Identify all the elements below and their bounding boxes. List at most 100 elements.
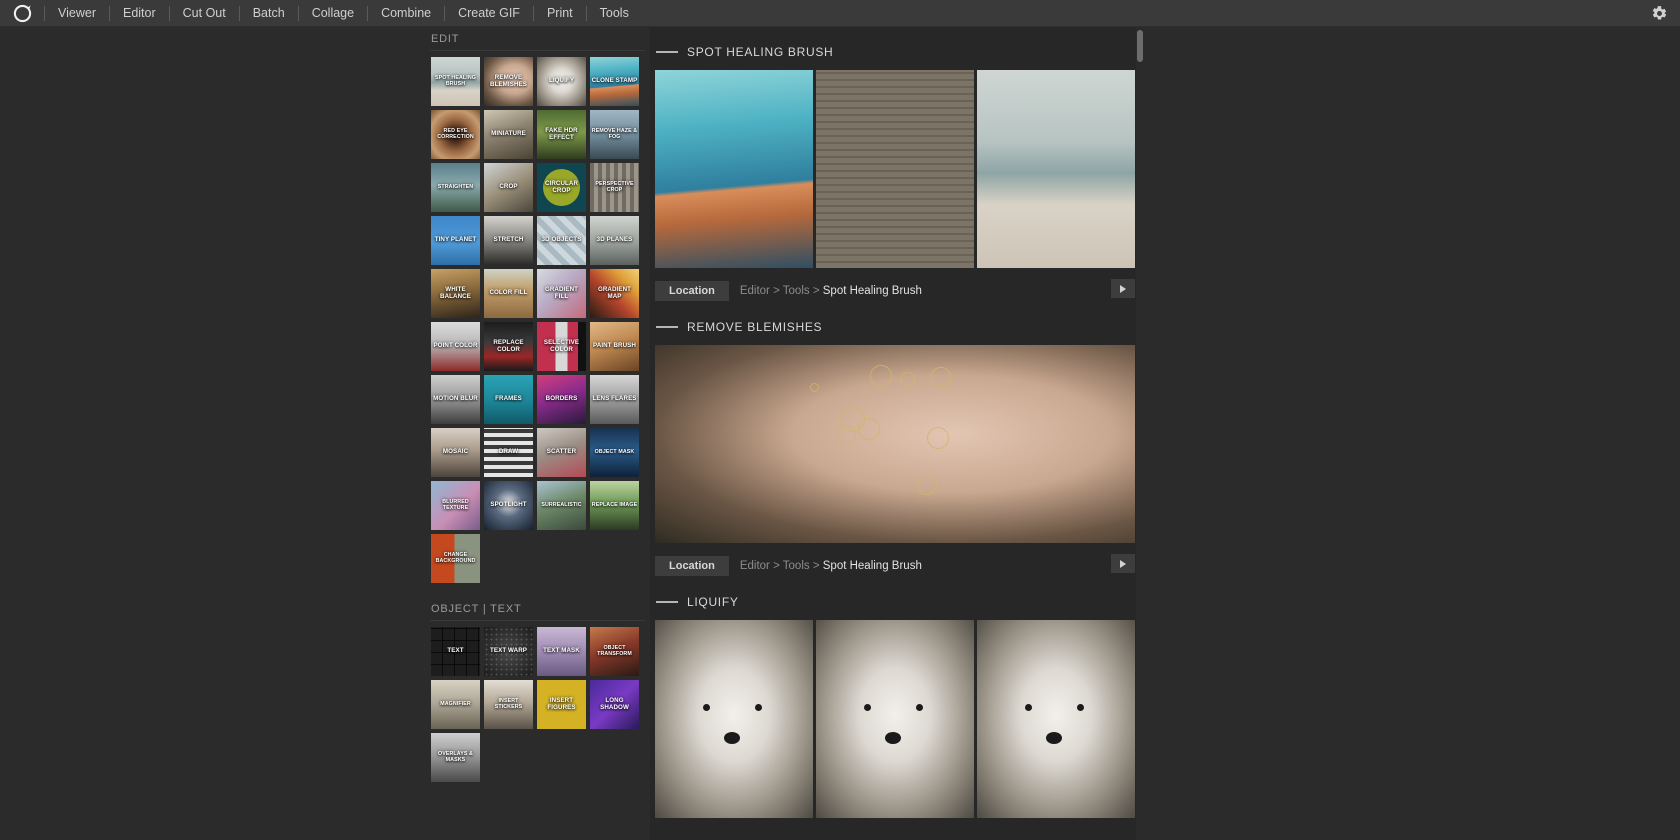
- tool-tile-clone-stamp[interactable]: CLONE STAMP: [590, 57, 639, 106]
- tile-label: MOSAIC: [442, 448, 469, 456]
- tool-tile-draw[interactable]: DRAW: [484, 428, 533, 477]
- tool-tile-red-eye-correction[interactable]: RED EYE CORRECTION: [431, 110, 480, 159]
- tool-tile-3d-objects[interactable]: 3D OBJECTS: [537, 216, 586, 265]
- tool-tile-miniature[interactable]: MINIATURE: [484, 110, 533, 159]
- tool-tile-color-fill[interactable]: COLOR FILL: [484, 269, 533, 318]
- tool-tile-white-balance[interactable]: WHITE BALANCE: [431, 269, 480, 318]
- tile-label: INSERT STICKERS: [494, 698, 523, 710]
- blemish-marker-icon: [931, 367, 951, 387]
- tool-tile-gradient-fill[interactable]: GRADIENT FILL: [537, 269, 586, 318]
- content-scrollbar-track[interactable]: [1136, 27, 1144, 840]
- preview-image[interactable]: [655, 70, 813, 268]
- play-icon[interactable]: [1111, 554, 1135, 573]
- gear-icon[interactable]: [1651, 5, 1668, 22]
- tool-tile-surrealistic[interactable]: SURREALISTIC: [537, 481, 586, 530]
- tool-tile-motion-blur[interactable]: MOTION BLUR: [431, 375, 480, 424]
- tool-tile-3d-planes[interactable]: 3D PLANES: [590, 216, 639, 265]
- tool-tile-lens-flares[interactable]: LENS FLARES: [590, 375, 639, 424]
- tool-tile-frames[interactable]: FRAMES: [484, 375, 533, 424]
- content-section-header-spot-healing-brush: SPOT HEALING BRUSH: [650, 39, 1140, 65]
- tool-tile-remove-blemishes[interactable]: REMOVE BLEMISHES: [484, 57, 533, 106]
- menu-item-tools[interactable]: Tools: [587, 0, 642, 27]
- app-window: Viewer Editor Cut Out Batch Collage Comb…: [0, 0, 1680, 840]
- preview-image[interactable]: [655, 620, 813, 818]
- content-scrollbar-thumb[interactable]: [1137, 30, 1143, 62]
- tile-label: GRADIENT FILL: [544, 286, 579, 300]
- menu-item-viewer[interactable]: Viewer: [45, 0, 109, 27]
- tile-label: WHITE BALANCE: [440, 286, 471, 300]
- blemish-marker-icon: [900, 372, 915, 387]
- tile-label: BLURRED TEXTURE: [442, 499, 469, 511]
- tile-label: POINT COLOR: [433, 342, 478, 350]
- preview-image[interactable]: [977, 70, 1135, 268]
- tool-tile-insert-figures[interactable]: INSERT FIGURES: [537, 680, 586, 729]
- tile-label: 3D PLANES: [596, 236, 633, 244]
- tool-tile-magnifier[interactable]: MAGNIFIER: [431, 680, 480, 729]
- content-section-title: LIQUIFY: [687, 595, 739, 609]
- app-logo-icon[interactable]: [0, 0, 44, 27]
- tool-tile-blurred-texture[interactable]: BLURRED TEXTURE: [431, 481, 480, 530]
- tool-tile-overlays-and-masks[interactable]: OVERLAYS & MASKS: [431, 733, 480, 782]
- preview-image[interactable]: [655, 345, 1135, 543]
- tool-tile-object-transform[interactable]: OBJECT TRANSFORM: [590, 627, 639, 676]
- tool-tile-replace-image[interactable]: REPLACE IMAGE: [590, 481, 639, 530]
- eye-shape: [864, 704, 871, 711]
- location-button[interactable]: Location: [655, 556, 729, 576]
- menu-item-batch[interactable]: Batch: [240, 0, 298, 27]
- tool-tile-selective-color[interactable]: SELECTIVE COLOR: [537, 322, 586, 371]
- play-icon[interactable]: [1111, 279, 1135, 298]
- tool-tile-gradient-map[interactable]: GRADIENT MAP: [590, 269, 639, 318]
- tile-label: REMOVE BLEMISHES: [490, 74, 527, 88]
- tile-label: REPLACE COLOR: [493, 339, 524, 353]
- tool-tile-mosaic[interactable]: MOSAIC: [431, 428, 480, 477]
- tool-tile-spot-healing-brush[interactable]: SPOT HEALING BRUSH: [431, 57, 480, 106]
- content-section-title: SPOT HEALING BRUSH: [687, 45, 834, 59]
- preview-image[interactable]: [816, 70, 974, 268]
- tool-tile-text[interactable]: TEXT: [431, 627, 480, 676]
- tile-label: CHANGE BACKGROUND: [435, 552, 476, 564]
- tool-tile-long-shadow[interactable]: LONG SHADOW: [590, 680, 639, 729]
- tile-label: CLONE STAMP: [591, 77, 638, 85]
- tool-tile-borders[interactable]: BORDERS: [537, 375, 586, 424]
- menu-item-cut-out[interactable]: Cut Out: [170, 0, 239, 27]
- menu-item-create-gif[interactable]: Create GIF: [445, 0, 533, 27]
- tool-tile-paint-brush[interactable]: PAINT BRUSH: [590, 322, 639, 371]
- tool-tile-tiny-planet[interactable]: TINY PLANET: [431, 216, 480, 265]
- header-dash-icon: [656, 326, 678, 328]
- location-button[interactable]: Location: [655, 281, 729, 301]
- tile-label: MAGNIFIER: [440, 700, 471, 707]
- tool-tile-circular-crop[interactable]: CIRCULAR CROP: [537, 163, 586, 212]
- tool-tile-object-mask[interactable]: OBJECT MASK: [590, 428, 639, 477]
- tile-label: LENS FLARES: [592, 395, 637, 403]
- tool-tile-crop[interactable]: CROP: [484, 163, 533, 212]
- preview-image[interactable]: [816, 620, 974, 818]
- tool-tile-liquify[interactable]: LIQUIFY: [537, 57, 586, 106]
- tool-tile-point-color[interactable]: POINT COLOR: [431, 322, 480, 371]
- tile-label: RED EYE CORRECTION: [437, 128, 474, 140]
- menu-item-print[interactable]: Print: [534, 0, 586, 27]
- breadcrumb: Editor > Tools > Spot Healing Brush: [740, 285, 922, 297]
- preview-image[interactable]: [977, 620, 1135, 818]
- tool-tile-replace-color[interactable]: REPLACE COLOR: [484, 322, 533, 371]
- tool-tile-text-mask[interactable]: TEXT MASK: [537, 627, 586, 676]
- menu-item-editor[interactable]: Editor: [110, 0, 169, 27]
- tool-tile-insert-stickers[interactable]: INSERT STICKERS: [484, 680, 533, 729]
- tile-label: OVERLAYS & MASKS: [438, 751, 473, 763]
- tool-tile-spotlight[interactable]: SPOTLIGHT: [484, 481, 533, 530]
- menu-item-combine[interactable]: Combine: [368, 0, 444, 27]
- tile-label: TINY PLANET: [434, 236, 477, 244]
- tool-tile-text-warp[interactable]: TEXT WARP: [484, 627, 533, 676]
- tool-tile-fake-hdr-effect[interactable]: FAKE HDR EFFECT: [537, 110, 586, 159]
- tile-label: STRETCH: [493, 236, 524, 244]
- tile-label: CROP: [499, 183, 518, 191]
- tool-tile-perspective-crop[interactable]: PERSPECTIVE CROP: [590, 163, 639, 212]
- menu-item-collage[interactable]: Collage: [299, 0, 367, 27]
- tool-tile-straighten[interactable]: STRAIGHTEN: [431, 163, 480, 212]
- tool-tile-stretch[interactable]: STRETCH: [484, 216, 533, 265]
- tool-tile-remove-haze-and-fog[interactable]: REMOVE HAZE & FOG: [590, 110, 639, 159]
- nose-shape: [885, 732, 901, 744]
- section-divider: [430, 620, 645, 621]
- tool-tile-change-background[interactable]: CHANGE BACKGROUND: [431, 534, 480, 583]
- tool-tile-scatter[interactable]: SCATTER: [537, 428, 586, 477]
- breadcrumb: Editor > Tools > Spot Healing Brush: [740, 560, 922, 572]
